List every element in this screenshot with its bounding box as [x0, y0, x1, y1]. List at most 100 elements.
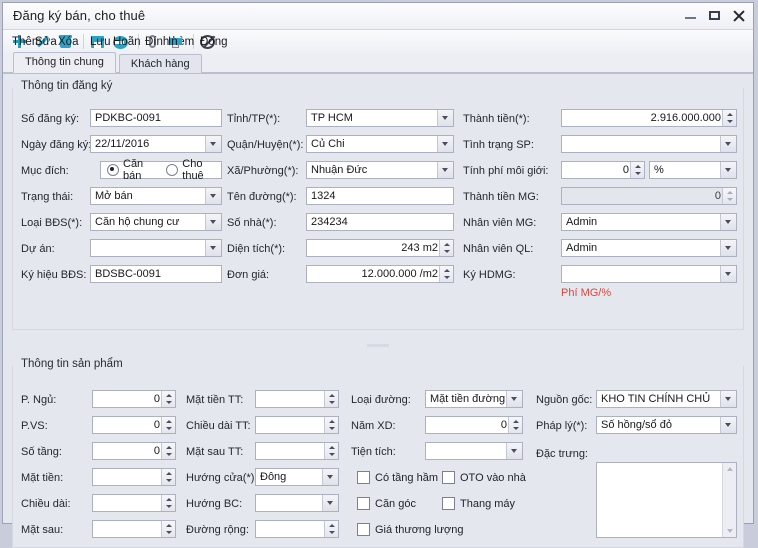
tinh-phi-moi-gioi-unit-select[interactable]: % — [649, 161, 737, 179]
minimize-button[interactable] — [684, 9, 697, 22]
p-vs-stepper[interactable]: 0 — [92, 416, 176, 434]
label-du-an: Dự án: — [21, 243, 55, 255]
so-tang-stepper[interactable]: 0 — [92, 442, 176, 460]
maximize-button[interactable] — [708, 9, 721, 22]
huong-bc-select[interactable] — [255, 494, 339, 512]
edit-button[interactable]: Sửa — [33, 31, 56, 52]
nhan-vien-mg-select[interactable]: Admin — [561, 213, 737, 231]
quan-huyen-select[interactable]: Củ Chi — [306, 135, 454, 153]
stepper-arrows-icon[interactable] — [161, 469, 175, 485]
label-tinh-tp: Tỉnh/TP(*): — [227, 113, 280, 125]
label-dac-trung: Đặc trưng: — [536, 448, 588, 460]
stepper-arrows-icon[interactable] — [439, 240, 453, 256]
tien-tich-select[interactable] — [425, 442, 523, 460]
add-button[interactable]: Thêm — [10, 31, 33, 52]
loai-duong-select[interactable]: Mặt tiền đường — [425, 390, 523, 408]
ten-duong-input[interactable]: 1324 — [306, 187, 454, 205]
close-button[interactable] — [732, 9, 745, 22]
stepper-arrows-icon[interactable] — [161, 443, 175, 459]
mat-sau-stepper[interactable] — [92, 520, 176, 538]
tab-thong-tin-chung[interactable]: Thông tin chung — [13, 52, 116, 73]
postpone-button[interactable]: Hoãn — [111, 31, 134, 52]
section-splitter[interactable] — [3, 340, 753, 352]
muc-dich-radio-group[interactable]: Căn bán Cho thuê — [100, 161, 222, 179]
loai-bds-select[interactable]: Căn hộ chung cư — [90, 213, 222, 231]
so-nha-input[interactable]: 234234 — [306, 213, 454, 231]
duong-rong-stepper[interactable] — [255, 520, 339, 538]
nam-xd-stepper[interactable]: 0 — [425, 416, 523, 434]
label-don-gia: Đơn giá: — [227, 269, 269, 281]
window-controls — [684, 9, 745, 22]
chevron-down-icon — [437, 136, 453, 152]
thanh-tien-stepper[interactable]: 2.916.000.000 — [561, 109, 737, 127]
stepper-arrows-icon — [722, 188, 736, 204]
ky-hieu-bds-value: BDSBC-0091 — [95, 266, 217, 282]
stepper-arrows-icon[interactable] — [324, 443, 338, 459]
dien-tich-stepper[interactable]: 243 m2 — [306, 239, 454, 257]
edit-button-label: Sửa — [35, 36, 57, 48]
stepper-arrows-icon[interactable] — [161, 495, 175, 511]
du-an-select[interactable] — [90, 239, 222, 257]
xa-phuong-select[interactable]: Nhuận Đức — [306, 161, 454, 179]
label-nhan-vien-mg: Nhân viên MG: — [463, 217, 536, 229]
phap-ly-select[interactable]: Số hồng/sổ đỏ — [596, 416, 737, 434]
checkbox-oto-vao-nha[interactable]: OTO vào nhà — [442, 471, 526, 484]
label-duong-rong: Đường rộng: — [186, 524, 249, 536]
quan-huyen-value: Củ Chi — [311, 136, 436, 152]
splitter-handle-icon[interactable] — [367, 344, 389, 347]
chevron-down-icon — [720, 266, 736, 282]
checkbox-can-goc[interactable]: Căn góc — [357, 497, 416, 510]
ngay-dang-ky-datepicker[interactable]: 22/11/2016 — [90, 135, 222, 153]
chevron-down-icon — [720, 162, 736, 178]
dac-trung-textarea[interactable] — [596, 462, 737, 538]
radio-can-ban-label: Căn bán — [123, 158, 153, 182]
checkbox-co-tang-ham[interactable]: Có tầng hầm — [357, 471, 438, 484]
nguon-goc-select[interactable]: KHO TIN CHÍNH CHỦ — [596, 390, 737, 408]
label-mat-tien: Mặt tiền: — [21, 472, 63, 484]
checkbox-thang-may[interactable]: Thang máy — [442, 497, 515, 510]
stepper-arrows-icon[interactable] — [324, 391, 338, 407]
stepper-arrows-icon[interactable] — [324, 521, 338, 537]
ky-hieu-bds-input[interactable]: BDSBC-0091 — [90, 265, 222, 283]
radio-can-ban[interactable]: Căn bán — [107, 158, 153, 182]
mat-tien-tt-stepper[interactable] — [255, 390, 339, 408]
stepper-arrows-icon[interactable] — [722, 110, 736, 126]
stepper-arrows-icon[interactable] — [161, 521, 175, 537]
checkbox-icon — [442, 471, 455, 484]
stepper-arrows-icon[interactable] — [161, 391, 175, 407]
delete-button[interactable]: Xóa — [56, 31, 79, 52]
attach-button[interactable]: Đính kèm — [143, 31, 166, 52]
stepper-arrows-icon[interactable] — [161, 417, 175, 433]
mat-tien-stepper[interactable] — [92, 468, 176, 486]
trang-thai-select[interactable]: Mở bán — [90, 187, 222, 205]
close-form-button[interactable]: Đóng — [198, 31, 221, 52]
ten-duong-value: 1324 — [311, 188, 449, 204]
tinh-phi-moi-gioi-stepper[interactable]: 0 — [561, 161, 645, 179]
save-button[interactable]: Lưu — [88, 31, 111, 52]
checkbox-gia-thuong-luong[interactable]: Giá thương lượng — [357, 523, 463, 536]
chevron-down-icon — [506, 443, 522, 459]
nhan-vien-ql-select[interactable]: Admin — [561, 239, 737, 257]
stepper-arrows-icon[interactable] — [439, 266, 453, 282]
chieu-dai-stepper[interactable] — [92, 494, 176, 512]
thanh-tien-mg-stepper: 0 — [561, 187, 737, 205]
stepper-arrows-icon[interactable] — [324, 417, 338, 433]
chevron-down-icon — [720, 240, 736, 256]
p-ngu-stepper[interactable]: 0 — [92, 390, 176, 408]
don-gia-stepper[interactable]: 12.000.000 /m2 — [306, 265, 454, 283]
tinh-trang-sp-select[interactable] — [561, 135, 737, 153]
mat-sau-tt-stepper[interactable] — [255, 442, 339, 460]
label-ky-hdmg: Ký HDMG: — [463, 269, 516, 281]
stepper-arrows-icon[interactable] — [630, 162, 644, 178]
tab-khach-hang[interactable]: Khách hàng — [119, 54, 202, 73]
so-dang-ky-input[interactable]: PDKBC-0091 — [90, 109, 222, 127]
chieu-dai-tt-stepper[interactable] — [255, 416, 339, 434]
stepper-arrows-icon[interactable] — [508, 417, 522, 433]
radio-cho-thue[interactable]: Cho thuê — [166, 158, 215, 182]
ky-hdmg-select[interactable] — [561, 265, 737, 283]
don-gia-value: 12.000.000 /m2 — [311, 266, 438, 282]
textarea-scrollbar[interactable] — [722, 463, 736, 537]
tinh-tp-select[interactable]: TP HCM — [306, 109, 454, 127]
huong-cua-select[interactable]: Đông — [255, 468, 339, 486]
label-huong-cua: Hướng cửa(*): — [186, 472, 257, 484]
